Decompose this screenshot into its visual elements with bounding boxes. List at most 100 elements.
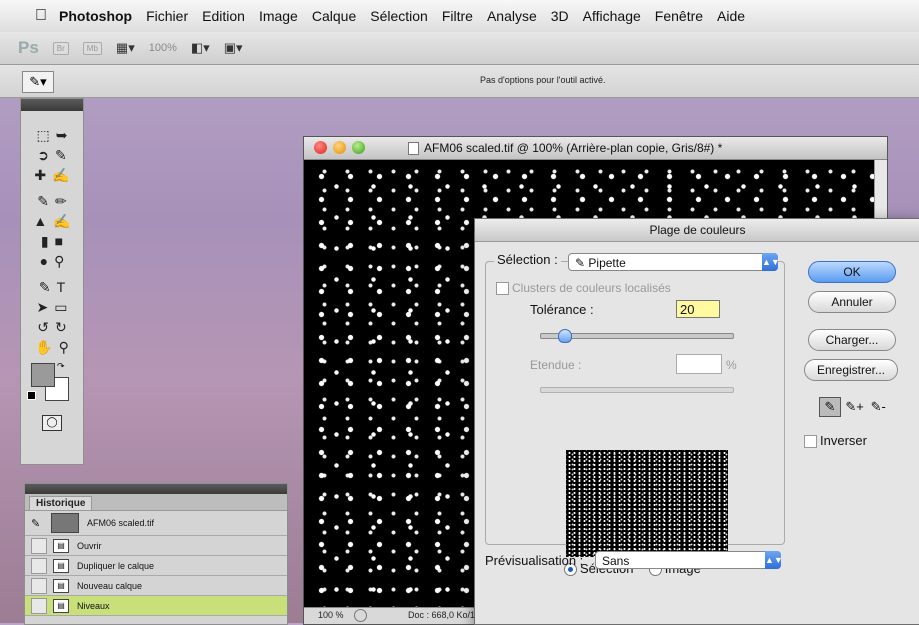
history-tab[interactable]: Historique	[29, 496, 93, 510]
clusters-checkbox-row[interactable]: Clusters de couleurs localisés	[496, 281, 671, 296]
quick-mask-icon[interactable]: ◯	[42, 415, 62, 431]
history-state-icon: ▤	[53, 578, 69, 593]
eyedropper-icon[interactable]: ✎▾	[22, 71, 54, 93]
invert-label: Inverser	[820, 433, 867, 448]
hand-tool-icon[interactable]: ✋	[35, 339, 52, 356]
history-source-checkbox[interactable]	[31, 557, 47, 574]
eraser-tool-icon[interactable]: ▮	[41, 233, 49, 250]
clone-stamp-icon[interactable]: ▲	[33, 213, 47, 229]
photoshop-logo: Ps	[18, 38, 39, 57]
range-slider[interactable]	[540, 387, 734, 393]
lasso-tool-icon[interactable]: ➲	[37, 147, 49, 164]
view-extras-icon[interactable]: ▦▾	[116, 40, 135, 56]
preview-dropdown[interactable]: Sans ▲▼	[595, 551, 783, 569]
marquee-tool-icon[interactable]: ⬚	[37, 127, 50, 144]
clusters-checkbox[interactable]	[496, 282, 509, 296]
bridge-button[interactable]: Br	[52, 41, 69, 55]
eyedropper-tool-icon[interactable]: ✍	[52, 167, 69, 184]
history-row-selected[interactable]: ▤ Niveaux	[25, 596, 287, 616]
history-row[interactable]: ▤ Dupliquer le calque	[25, 556, 287, 576]
tolerance-input[interactable]: 20	[676, 300, 720, 318]
tools-panel: ⬚ ➥ ➲ ✎ ✚ ✍ ✎ ✏ ▲ ✍ ▮ ■ ● ⚲ ✎ T ➤ ▭ ↺ ↻ ✋ ⚲ ↷ ◯	[20, 98, 84, 465]
chevron-updown-icon: ▲▼	[765, 551, 783, 569]
document-titlebar[interactable]: AFM06 scaled.tif @ 100% (Arrière-plan co…	[304, 137, 887, 160]
snapshot-label: AFM06 scaled.tif	[87, 518, 155, 528]
history-source-checkbox[interactable]	[31, 537, 47, 554]
zoom-window-icon[interactable]	[352, 141, 365, 154]
zoom-field[interactable]: 100 %	[318, 610, 344, 620]
tolerance-label: Tolérance :	[530, 302, 594, 317]
menu-3d[interactable]: 3D	[544, 8, 576, 24]
menu-image[interactable]: Image	[252, 8, 305, 24]
history-source-checkbox[interactable]	[31, 597, 47, 614]
tools-panel-header[interactable]	[21, 99, 83, 111]
type-tool-icon[interactable]: T	[57, 279, 66, 295]
application-bar: Ps Br Mb ▦▾ 100% ◧▾ ▣▾	[0, 32, 919, 65]
selection-preview[interactable]	[566, 450, 728, 557]
close-window-icon[interactable]	[314, 141, 327, 154]
preview-label: Prévisualisation :	[485, 553, 584, 568]
gradient-tool-icon[interactable]: ■	[55, 233, 63, 249]
healing-brush-icon[interactable]: ✎	[37, 193, 49, 210]
snapshot-brush-icon: ✎	[31, 517, 41, 530]
history-row[interactable]: ▤ Nouveau calque	[25, 576, 287, 596]
shape-tool-icon[interactable]: ▭	[54, 299, 67, 316]
zoom-tool-icon[interactable]: ⚲	[59, 339, 69, 356]
menu-aide[interactable]: Aide	[710, 8, 752, 24]
options-message: Pas d'options pour l'outil activé.	[480, 75, 606, 85]
save-button[interactable]: Enregistrer...	[804, 359, 898, 381]
invert-checkbox[interactable]	[804, 435, 817, 449]
preview-dropdown-value: Sans	[602, 554, 630, 568]
history-state-icon: ▤	[53, 538, 69, 553]
path-selection-icon[interactable]: ➤	[37, 299, 49, 316]
brush-tool-icon[interactable]: ✏	[55, 193, 67, 210]
3d-rotate-icon[interactable]: ↺	[37, 319, 49, 336]
default-colors-icon[interactable]	[27, 391, 36, 400]
chevron-updown-icon: ▲▼	[762, 253, 780, 271]
range-label: Etendue :	[530, 358, 582, 372]
ok-button[interactable]: OK	[808, 261, 896, 283]
cancel-button[interactable]: Annuler	[808, 291, 896, 313]
status-info-icon[interactable]	[354, 609, 367, 622]
invert-checkbox-row[interactable]: Inverser	[804, 433, 867, 449]
dodge-tool-icon[interactable]: ⚲	[54, 253, 64, 270]
eyedropper-icon[interactable]: ✎	[819, 397, 841, 417]
screen-mode-icon[interactable]: ▣▾	[224, 40, 243, 56]
history-source-checkbox[interactable]	[31, 577, 47, 594]
menu-edition[interactable]: Edition	[195, 8, 252, 24]
apple-icon[interactable]: 	[30, 7, 52, 25]
swap-colors-icon[interactable]: ↷	[57, 361, 65, 372]
pen-tool-icon[interactable]: ✎	[39, 279, 51, 296]
3d-camera-icon[interactable]: ↻	[55, 319, 67, 336]
selection-dropdown[interactable]: ✎ Pipette ▲▼	[568, 253, 780, 271]
tolerance-slider-thumb[interactable]	[558, 329, 572, 343]
range-input[interactable]	[676, 354, 722, 374]
menu-selection[interactable]: Sélection	[363, 8, 435, 24]
history-snapshot[interactable]: ✎ AFM06 scaled.tif	[25, 511, 287, 536]
history-brush-icon[interactable]: ✍	[53, 213, 70, 230]
subtract-from-sample-eyedropper-icon[interactable]: ✎-	[868, 399, 888, 415]
add-to-sample-eyedropper-icon[interactable]: ✎+	[845, 399, 865, 415]
menu-fenetre[interactable]: Fenêtre	[648, 8, 710, 24]
foreground-color-swatch[interactable]	[31, 363, 55, 387]
crop-tool-icon[interactable]: ✚	[34, 167, 46, 184]
blur-tool-icon[interactable]: ●	[40, 253, 48, 269]
menu-photoshop[interactable]: Photoshop	[52, 8, 139, 24]
history-panel-header[interactable]	[25, 484, 287, 494]
mini-bridge-button[interactable]: Mb	[82, 41, 102, 55]
menu-affichage[interactable]: Affichage	[576, 8, 648, 24]
minimize-window-icon[interactable]	[333, 141, 346, 154]
history-panel: Historique ✎ AFM06 scaled.tif ▤ Ouvrir ▤…	[24, 483, 288, 625]
options-bar: ✎▾ Pas d'options pour l'outil activé.	[0, 65, 919, 98]
move-tool-icon[interactable]: ➥	[56, 127, 68, 144]
document-file-icon	[408, 142, 419, 155]
arrange-documents-icon[interactable]: ◧▾	[191, 40, 210, 56]
zoom-level[interactable]: 100%	[149, 42, 177, 54]
load-button[interactable]: Charger...	[808, 329, 896, 351]
menu-fichier[interactable]: Fichier	[139, 8, 195, 24]
menu-calque[interactable]: Calque	[305, 8, 363, 24]
menu-filtre[interactable]: Filtre	[435, 8, 480, 24]
menu-analyse[interactable]: Analyse	[480, 8, 544, 24]
history-row[interactable]: ▤ Ouvrir	[25, 536, 287, 556]
quick-selection-icon[interactable]: ✎	[55, 147, 67, 164]
